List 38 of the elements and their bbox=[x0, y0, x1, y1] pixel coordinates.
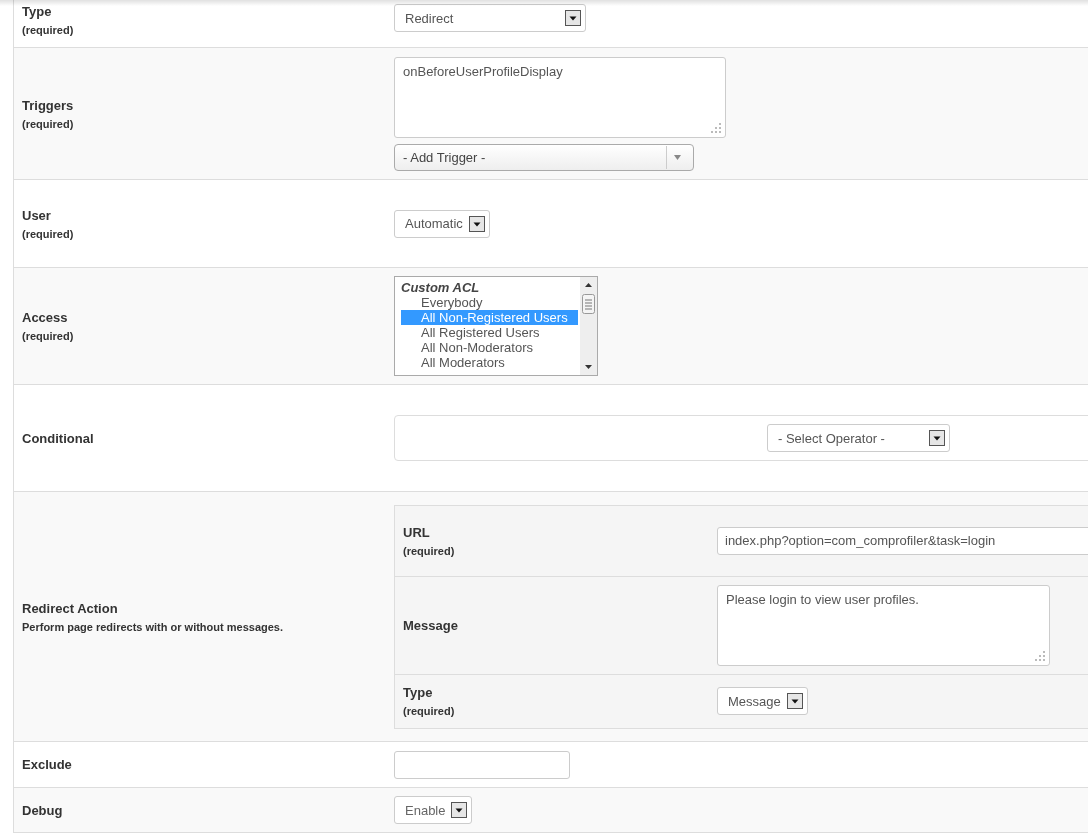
field-label: Redirect Action bbox=[22, 600, 119, 616]
required-note: (required) bbox=[22, 24, 75, 36]
select-dropdown[interactable]: Automatic bbox=[394, 209, 490, 238]
resize-grip-icon[interactable] bbox=[1035, 650, 1046, 662]
list-option[interactable]: Everybody bbox=[401, 295, 578, 310]
field-label: Type bbox=[403, 685, 434, 700]
access-listbox[interactable]: Custom ACL Everybody All Non-Registered Users All Registered Users All Non-Moderators All Moderators bbox=[394, 276, 598, 376]
field-label: Access bbox=[22, 310, 69, 325]
required-note: (required) bbox=[403, 544, 456, 557]
field-label: Triggers bbox=[22, 97, 75, 113]
operator-dropdown[interactable]: - Select Operator - bbox=[767, 424, 950, 452]
select-dropdown[interactable]: Enable bbox=[394, 796, 473, 824]
resize-grip-icon[interactable] bbox=[711, 122, 722, 134]
select-dropdown[interactable]: Message bbox=[717, 687, 808, 715]
field-label: URL bbox=[403, 524, 431, 540]
field-label: Conditional bbox=[22, 430, 95, 446]
required-note: (required) bbox=[22, 117, 75, 130]
list-option[interactable]: All Non-Moderators bbox=[401, 340, 578, 355]
list-option[interactable]: All Registered Users bbox=[401, 325, 578, 340]
required-note: (required) bbox=[22, 227, 75, 240]
message-textarea[interactable]: Please login to view user profiles. bbox=[717, 584, 1050, 666]
select-dropdown[interactable]: Redirect bbox=[394, 4, 586, 32]
list-option[interactable]: All Moderators bbox=[401, 355, 578, 370]
field-label: User bbox=[22, 207, 52, 223]
required-note: (required) bbox=[403, 705, 456, 717]
add-trigger-dropdown[interactable]: - Add Trigger - bbox=[394, 143, 694, 171]
field-label: Debug bbox=[22, 802, 64, 818]
exclude-input[interactable] bbox=[394, 750, 570, 779]
triggers-textarea[interactable]: onBeforeUserProfileDisplay bbox=[394, 56, 726, 138]
field-label: Message bbox=[403, 617, 459, 633]
scrollbar-icon[interactable] bbox=[580, 277, 597, 375]
field-description: Perform page redirects with or without messages. bbox=[22, 620, 284, 633]
caret-icon bbox=[673, 154, 681, 160]
field-label: Type bbox=[22, 4, 53, 19]
option-group-label: Custom ACL bbox=[401, 280, 481, 295]
required-note: (required) bbox=[22, 330, 75, 342]
url-input[interactable]: index.php?option=com_comprofiler&task=login bbox=[717, 526, 1088, 555]
field-label: Exclude bbox=[22, 757, 73, 772]
